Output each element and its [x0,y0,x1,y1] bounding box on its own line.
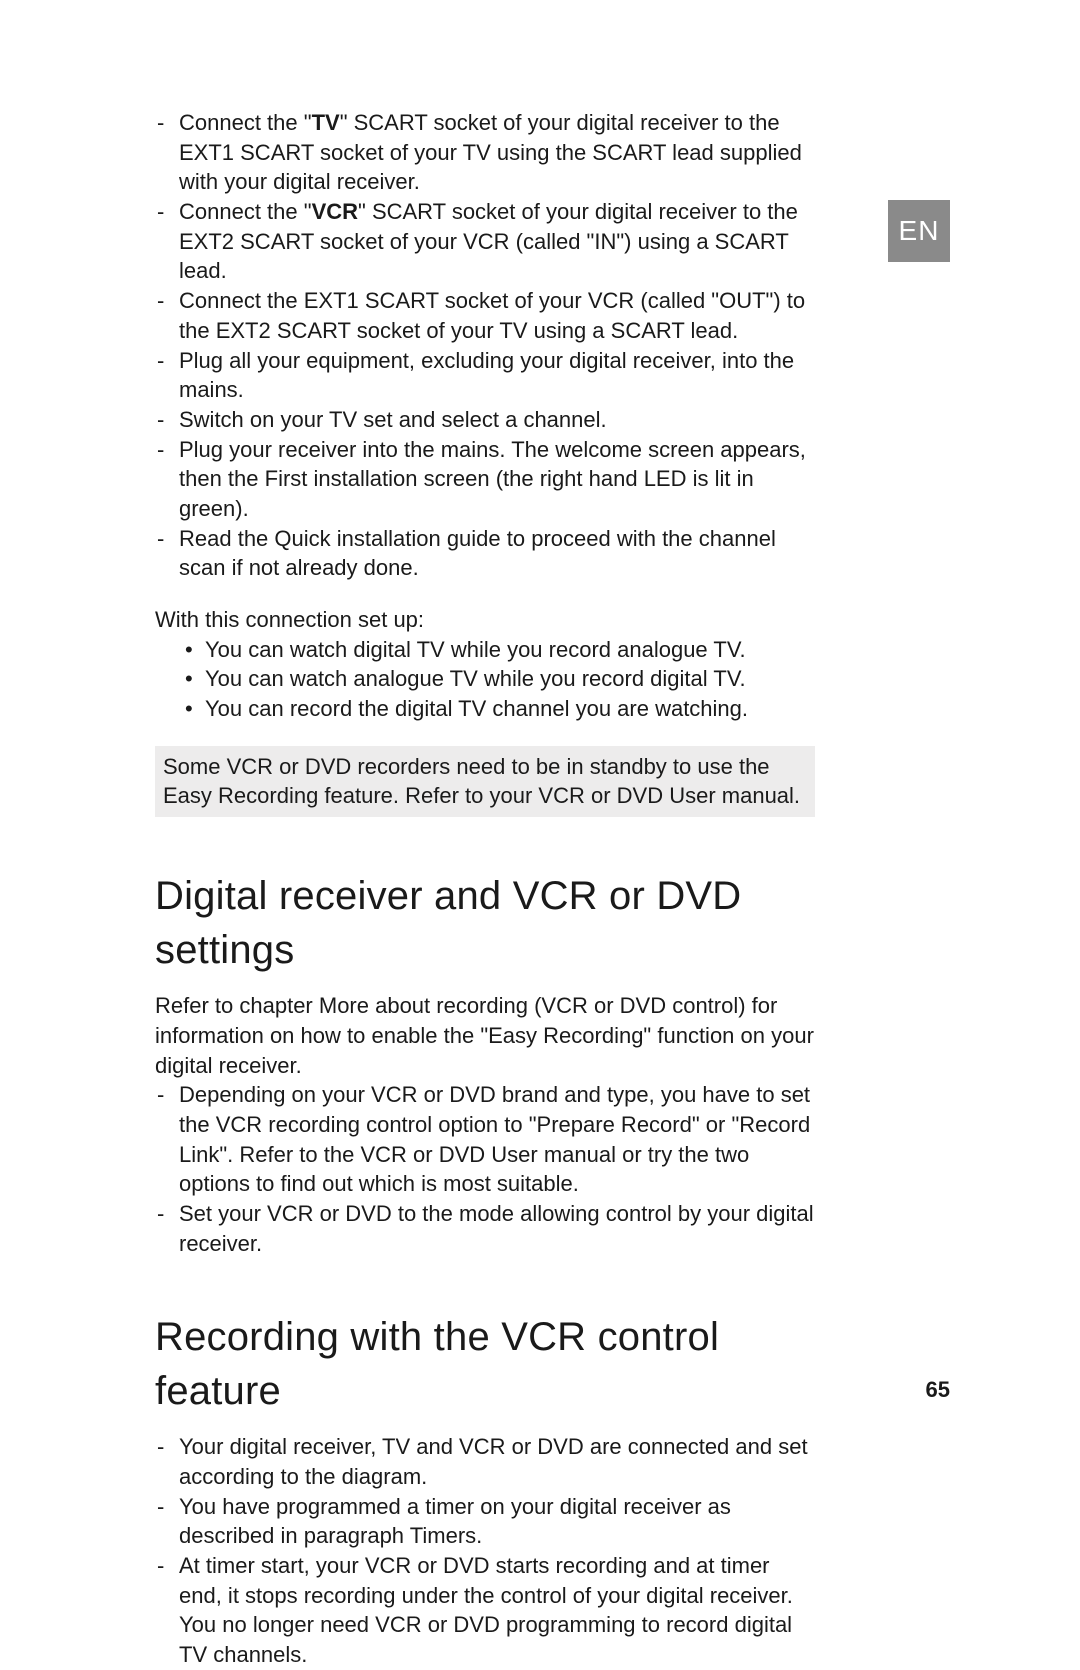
connection-intro: With this connection set up: [155,605,815,635]
list-item: Your digital receiver, TV and VCR or DVD… [155,1432,815,1491]
text: Connect the EXT1 SCART socket of your VC… [179,288,805,343]
body-text: Connect the "TV" SCART socket of your di… [155,108,815,1670]
bold-text: VCR [312,199,358,224]
connection-bullets: You can watch digital TV while you recor… [185,635,815,724]
section-heading-settings: Digital receiver and VCR or DVD settings [155,869,815,977]
list-item: At timer start, your VCR or DVD starts r… [155,1551,815,1670]
note-box: Some VCR or DVD recorders need to be in … [155,746,815,817]
bold-text: TV [312,110,340,135]
text: You have programmed a timer on your digi… [179,1494,731,1549]
page-number: 65 [926,1375,950,1405]
list-item: You can record the digital TV channel yo… [185,694,815,724]
text: Read the Quick installation guide to pro… [179,526,776,581]
text: Connect the " [179,110,312,135]
text: You can record the digital TV channel yo… [205,696,748,721]
list-item: Depending on your VCR or DVD brand and t… [155,1080,815,1199]
section2-list: Your digital receiver, TV and VCR or DVD… [155,1432,815,1670]
text: Plug all your equipment, excluding your … [179,348,794,403]
list-item: Set your VCR or DVD to the mode allowing… [155,1199,815,1258]
list-item: You can watch analogue TV while you reco… [185,664,815,694]
text: Set your VCR or DVD to the mode allowing… [179,1201,814,1256]
list-item: You have programmed a timer on your digi… [155,1492,815,1551]
text: Plug your receiver into the mains. The w… [179,437,806,521]
list-item: Connect the "TV" SCART socket of your di… [155,108,815,197]
text: Switch on your TV set and select a chann… [179,407,607,432]
list-item: You can watch digital TV while you recor… [185,635,815,665]
list-item: Connect the "VCR" SCART socket of your d… [155,197,815,286]
section1-para: Refer to chapter More about recording (V… [155,991,815,1080]
page: EN Connect the "TV" SCART socket of your… [0,0,1080,1465]
list-item: Plug all your equipment, excluding your … [155,346,815,405]
note-text: Some VCR or DVD recorders need to be in … [163,754,800,809]
text: You can watch digital TV while you recor… [205,637,746,662]
list-item: Plug your receiver into the mains. The w… [155,435,815,524]
text: Depending on your VCR or DVD brand and t… [179,1082,810,1196]
list-item: Connect the EXT1 SCART socket of your VC… [155,286,815,345]
text: Your digital receiver, TV and VCR or DVD… [179,1434,808,1489]
section-heading-recording: Recording with the VCR control feature [155,1310,815,1418]
text: Connect the " [179,199,312,224]
language-tab: EN [888,200,950,262]
section1-list: Depending on your VCR or DVD brand and t… [155,1080,815,1258]
text: You can watch analogue TV while you reco… [205,666,746,691]
text: At timer start, your VCR or DVD starts r… [179,1553,793,1667]
intro-list: Connect the "TV" SCART socket of your di… [155,108,815,583]
list-item: Read the Quick installation guide to pro… [155,524,815,583]
list-item: Switch on your TV set and select a chann… [155,405,815,435]
